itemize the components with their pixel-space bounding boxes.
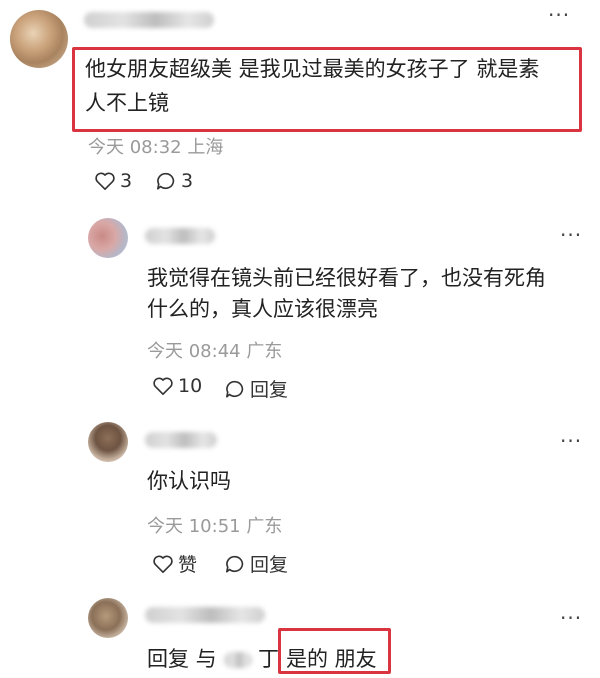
highlight-box <box>278 628 391 674</box>
reply-timestamp: 今天 10:51 广东 <box>147 516 283 537</box>
like-button[interactable]: 3 <box>94 170 132 192</box>
username-blurred[interactable] <box>145 607 265 623</box>
reply-mention-suffix: 丁 <box>258 647 279 671</box>
more-icon[interactable]: ··· <box>548 5 570 25</box>
username-blurred[interactable] <box>145 432 217 448</box>
more-icon[interactable]: ··· <box>560 225 582 245</box>
like-button[interactable]: 赞 <box>152 550 197 577</box>
mention-blurred <box>224 652 252 668</box>
comment-icon <box>226 380 244 398</box>
reply-count: 3 <box>181 170 194 192</box>
reply-text: 你认识吗 <box>147 469 231 493</box>
highlight-box <box>72 47 582 132</box>
avatar[interactable] <box>88 218 128 258</box>
heart-icon <box>153 555 173 573</box>
like-label: 赞 <box>178 554 198 576</box>
reply-text-line1: 我觉得在镜头前已经很好看了，也没有死角 <box>147 266 546 290</box>
more-icon[interactable]: ··· <box>560 431 582 451</box>
reply-button[interactable]: 回复 <box>224 375 288 402</box>
avatar[interactable] <box>88 598 128 638</box>
more-icon[interactable]: ··· <box>560 608 582 628</box>
comment-icon <box>157 172 175 190</box>
username-blurred[interactable] <box>145 228 215 244</box>
username-blurred[interactable] <box>84 12 214 28</box>
heart-icon <box>153 377 173 395</box>
like-button[interactable]: 10 <box>152 375 202 397</box>
reply-prefix: 回复 与 <box>147 647 217 671</box>
comment-icon <box>226 555 244 573</box>
avatar[interactable] <box>88 422 128 462</box>
reply-count-button[interactable]: 3 <box>155 170 193 192</box>
reply-text-line2: 什么的，真人应该很漂亮 <box>147 297 378 321</box>
like-count: 3 <box>120 170 133 192</box>
like-count: 10 <box>178 375 203 397</box>
heart-icon <box>95 172 115 190</box>
reply-button[interactable]: 回复 <box>224 550 288 577</box>
comment-timestamp: 今天 08:32 上海 <box>88 137 224 158</box>
reply-timestamp: 今天 08:44 广东 <box>147 341 283 362</box>
reply-label: 回复 <box>250 554 289 576</box>
avatar[interactable] <box>10 10 68 68</box>
reply-label: 回复 <box>250 379 289 401</box>
